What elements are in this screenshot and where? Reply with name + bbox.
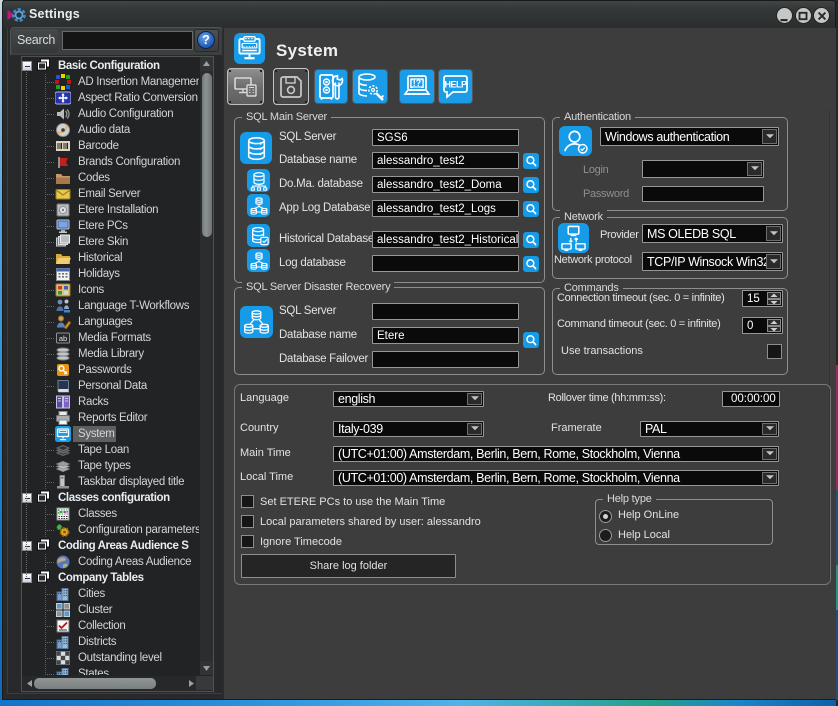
svg-text:HELP: HELP (444, 80, 467, 90)
svg-text:[!?]: [!?] (410, 78, 425, 88)
svg-text:ab: ab (59, 334, 67, 343)
